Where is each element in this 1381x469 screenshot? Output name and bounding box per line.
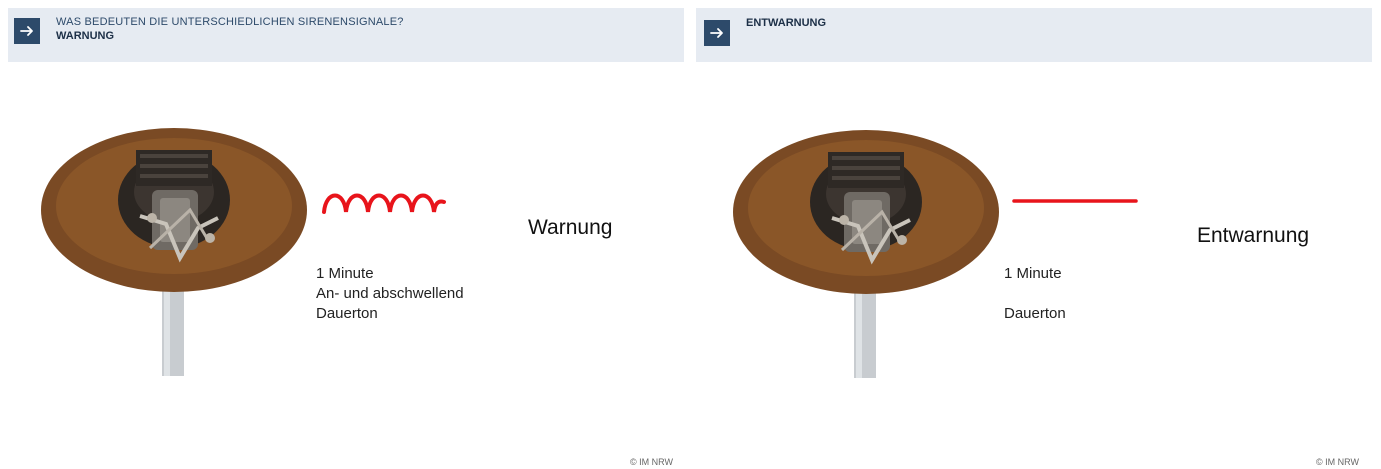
image-credit: © IM NRW: [1316, 457, 1359, 467]
header-banner: ENTWARNUNG: [696, 8, 1372, 62]
signal-duration: 1 Minute: [316, 265, 374, 282]
signal-tone: Dauerton: [316, 305, 378, 322]
image-credit: © IM NRW: [630, 457, 673, 467]
siren-icon: [41, 128, 307, 376]
signal-label: Warnung: [528, 216, 613, 239]
arrow-right-icon[interactable]: [14, 18, 40, 44]
header-banner: WAS BEDEUTEN DIE UNTERSCHIEDLICHEN SIREN…: [8, 8, 684, 62]
signal-tone: Dauerton: [1004, 305, 1066, 322]
signal-duration: 1 Minute: [1004, 265, 1062, 282]
all-clear-panel: ENTWARNUNG Entwarnung 1 Minute Dauerton …: [696, 0, 1381, 469]
oscillating-signal-wave: [322, 193, 446, 214]
header-title: WARNUNG: [56, 30, 115, 42]
siren-icon: [733, 130, 999, 378]
signal-pattern: An- und abschwellend: [316, 285, 464, 302]
signal-label: Entwarnung: [1197, 224, 1310, 247]
flat-signal-line: [1012, 199, 1138, 203]
arrow-right-icon[interactable]: [704, 20, 730, 46]
header-subtitle: WAS BEDEUTEN DIE UNTERSCHIEDLICHEN SIREN…: [56, 16, 404, 28]
warning-panel: WAS BEDEUTEN DIE UNTERSCHIEDLICHEN SIREN…: [0, 0, 690, 469]
header-title: ENTWARNUNG: [746, 17, 827, 29]
